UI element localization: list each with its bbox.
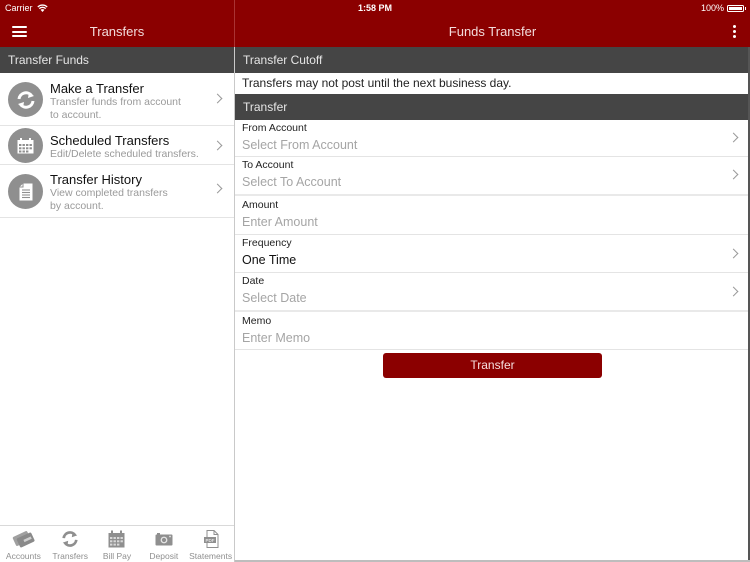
status-bar: Carrier 1:58 PM 100% bbox=[0, 0, 750, 16]
menu-item-description: Transfer funds from account to account. bbox=[50, 96, 181, 122]
memo-input[interactable]: Enter Memo bbox=[242, 331, 310, 345]
chevron-right-icon bbox=[728, 248, 739, 259]
field-label: Memo bbox=[242, 315, 272, 327]
transfer-funds-header: Transfer Funds bbox=[0, 47, 234, 73]
description-line: Transfer funds from account bbox=[50, 96, 181, 108]
transfer-button[interactable]: Transfer bbox=[383, 353, 602, 378]
menu-item-title: Make a Transfer bbox=[50, 81, 144, 96]
date-field[interactable]: Date Select Date bbox=[235, 273, 750, 312]
amount-field[interactable]: Amount Enter Amount bbox=[235, 196, 750, 235]
field-label: Amount bbox=[242, 199, 279, 211]
tab-accounts[interactable]: Accounts bbox=[0, 526, 47, 562]
chevron-right-icon bbox=[212, 93, 223, 104]
frequency-field[interactable]: Frequency One Time bbox=[235, 235, 750, 273]
field-label: Frequency bbox=[242, 237, 292, 249]
to-account-field[interactable]: To Account Select To Account bbox=[235, 157, 750, 196]
tab-label: Transfers bbox=[52, 551, 88, 561]
memo-field[interactable]: Memo Enter Memo bbox=[235, 312, 750, 350]
app-screen: Carrier 1:58 PM 100% Transfers Funds Tra… bbox=[0, 0, 750, 562]
field-placeholder: Select From Account bbox=[242, 138, 358, 152]
menu-item-make-transfer[interactable]: Make a Transfer Transfer funds from acco… bbox=[0, 73, 234, 126]
field-label: To Account bbox=[242, 159, 294, 171]
cutoff-notice: Transfers may not post until the next bu… bbox=[242, 76, 512, 90]
transfer-sync-icon bbox=[61, 529, 79, 549]
more-vertical-icon[interactable] bbox=[732, 25, 736, 38]
menu-item-scheduled-transfers[interactable]: Scheduled Transfers Edit/Delete schedule… bbox=[0, 126, 234, 165]
tab-label: Accounts bbox=[5, 551, 41, 561]
battery-icon bbox=[727, 4, 746, 12]
field-label: Date bbox=[242, 275, 265, 287]
calendar-icon bbox=[108, 529, 125, 549]
field-label: From Account bbox=[242, 122, 307, 134]
menu-item-description: View completed transfers by account. bbox=[50, 187, 168, 213]
svg-text:PDF: PDF bbox=[205, 538, 214, 543]
menu-item-title: Scheduled Transfers bbox=[50, 133, 170, 148]
battery-percent: 100% bbox=[700, 3, 724, 13]
description-line: by account. bbox=[50, 200, 104, 212]
right-panel-title: Funds Transfer bbox=[448, 24, 537, 39]
chevron-right-icon bbox=[212, 140, 223, 151]
menu-item-transfer-history[interactable]: Transfer History View completed transfer… bbox=[0, 165, 234, 218]
tab-label: Deposit bbox=[149, 551, 179, 561]
calendar-icon bbox=[8, 128, 43, 163]
transfer-sync-icon bbox=[8, 82, 43, 117]
bottom-tab-bar: Accounts Transfers Bill Pay Deposit PDF … bbox=[0, 525, 234, 562]
chevron-right-icon bbox=[212, 183, 223, 194]
right-nav-bar: Funds Transfer bbox=[235, 16, 750, 47]
menu-item-title: Transfer History bbox=[50, 172, 142, 187]
tab-deposit[interactable]: Deposit bbox=[140, 526, 187, 562]
transfer-section-header: Transfer bbox=[235, 94, 750, 120]
chevron-right-icon bbox=[728, 286, 739, 297]
cards-icon bbox=[11, 529, 35, 549]
tab-transfers[interactable]: Transfers bbox=[47, 526, 94, 562]
tab-label: Bill Pay bbox=[102, 551, 132, 561]
battery-indicator: 100% bbox=[700, 3, 746, 13]
tab-bill-pay[interactable]: Bill Pay bbox=[94, 526, 141, 562]
left-nav-bar: Transfers bbox=[0, 16, 234, 47]
tab-label: Statements bbox=[189, 551, 233, 561]
document-icon bbox=[8, 174, 43, 209]
pdf-icon: PDF bbox=[203, 529, 219, 549]
top-bar: Carrier 1:58 PM 100% Transfers Funds Tra… bbox=[0, 0, 750, 47]
from-account-field[interactable]: From Account Select From Account bbox=[235, 120, 750, 157]
chevron-right-icon bbox=[728, 132, 739, 143]
field-placeholder: Select To Account bbox=[242, 175, 342, 189]
nav-divider bbox=[234, 0, 235, 47]
description-line: View completed transfers bbox=[50, 187, 168, 199]
menu-item-description: Edit/Delete scheduled transfers. bbox=[50, 148, 199, 160]
amount-input[interactable]: Enter Amount bbox=[242, 215, 318, 229]
camera-icon bbox=[155, 529, 173, 549]
chevron-right-icon bbox=[728, 169, 739, 180]
description-line: to account. bbox=[50, 109, 102, 121]
transfer-menu-list: Make a Transfer Transfer funds from acco… bbox=[0, 73, 234, 218]
field-placeholder: Select Date bbox=[242, 291, 307, 305]
transfer-cutoff-header: Transfer Cutoff bbox=[235, 47, 750, 73]
tab-statements[interactable]: PDF Statements bbox=[187, 526, 234, 562]
field-value: One Time bbox=[242, 253, 297, 267]
status-time: 1:58 PM bbox=[357, 3, 392, 13]
left-panel-title: Transfers bbox=[89, 24, 145, 39]
